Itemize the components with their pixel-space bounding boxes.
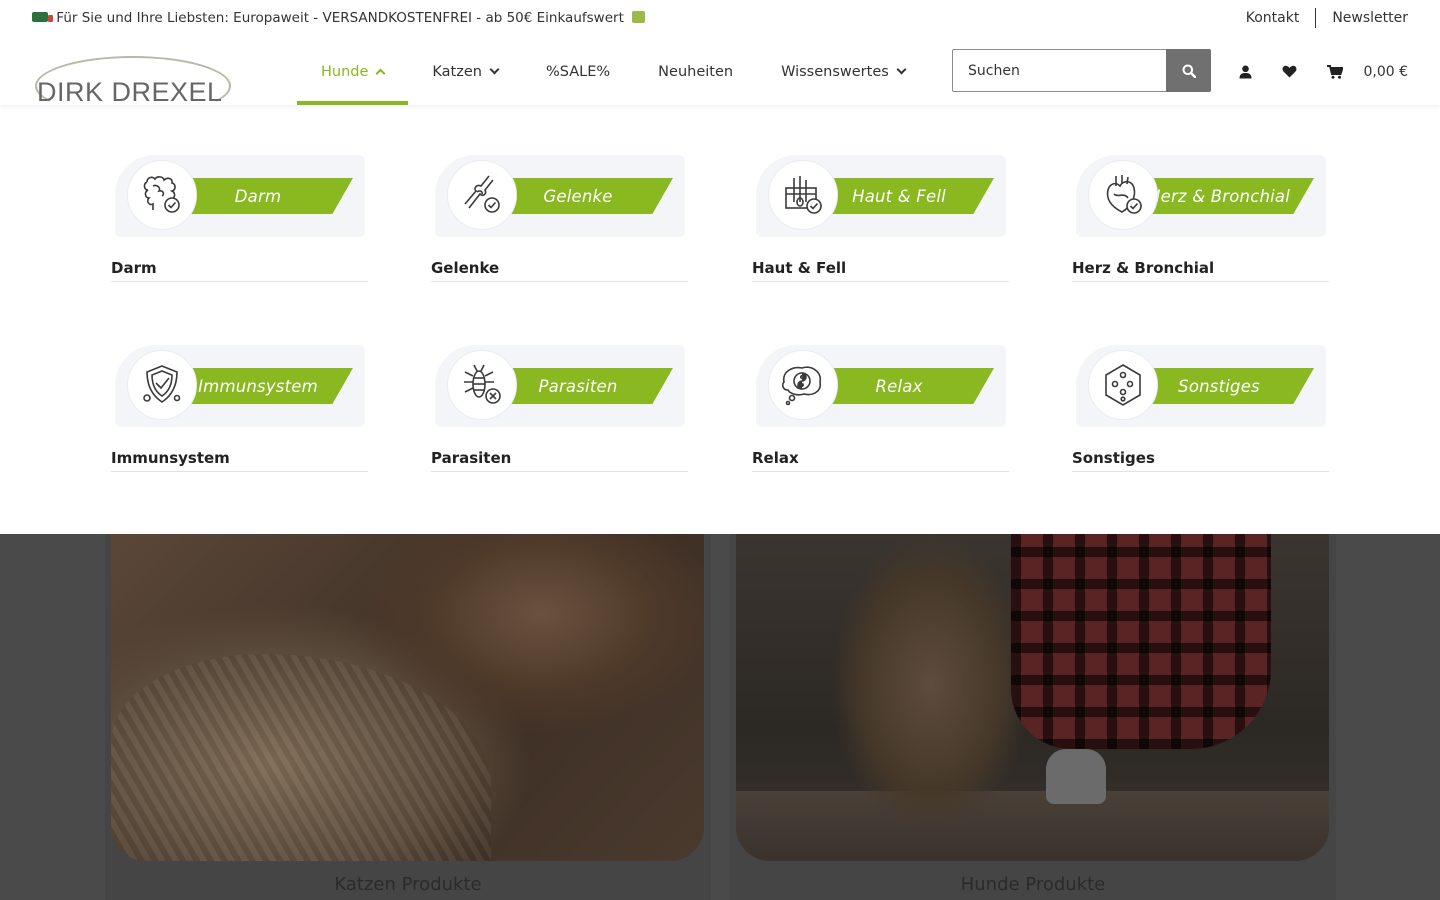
category-banner[interactable]: Gelenke [435, 155, 685, 237]
search-form [952, 49, 1211, 92]
nav-item-neuheiten[interactable]: Neuheiten [634, 38, 757, 105]
yin-yang-icon [782, 366, 822, 406]
category-label[interactable]: Immunsystem [111, 449, 368, 472]
category-darm[interactable]: Darm Darm [111, 155, 368, 282]
banner-label: Gelenke [543, 186, 613, 206]
category-banner[interactable]: Parasiten [435, 345, 685, 427]
logo[interactable]: DIRK DREXEL [33, 56, 233, 106]
shield-icon [143, 365, 181, 403]
cart-total: 0,00 € [1363, 63, 1408, 80]
banner-label: Darm [234, 186, 282, 206]
skin-hair-icon [785, 176, 822, 214]
nav-item-label: Hunde [321, 63, 369, 80]
misc-hexagon-icon [1105, 364, 1141, 406]
joint-icon [464, 175, 500, 213]
banner-label: Parasiten [538, 376, 618, 396]
logo-text: DIRK DREXEL [37, 77, 223, 106]
banner-label: Herz & Bronchial [1147, 186, 1291, 206]
dog-photo[interactable] [736, 534, 1329, 861]
cart-icon [1327, 64, 1344, 79]
cart-button[interactable]: 0,00 € [1327, 64, 1408, 80]
chevron-down-icon [896, 64, 907, 75]
shipping-promo-text: Für Sie und Ihre Liebsten: Europaweit - … [56, 10, 624, 26]
parasite-icon [464, 364, 501, 404]
top-links: Kontakt Newsletter [1246, 8, 1408, 28]
banner-label: Haut & Fell [852, 186, 946, 206]
main-nav: Hunde Katzen %SALE% Neuheiten Wissenswer… [297, 38, 929, 105]
search-icon [1182, 64, 1196, 78]
user-icon [1239, 65, 1252, 78]
nav-item-sale[interactable]: %SALE% [522, 38, 634, 105]
category-banner[interactable]: Immunsystem [115, 345, 365, 427]
newsletter-link[interactable]: Newsletter [1332, 8, 1408, 28]
category-label[interactable]: Sonstiges [1072, 449, 1329, 472]
mega-menu-hunde: Darm Darm Gelenke Gelenke Haut & Fell Ha… [0, 105, 1440, 534]
contact-link[interactable]: Kontakt [1246, 8, 1300, 28]
intestine-icon [143, 176, 180, 213]
top-bar: Für Sie und Ihre Liebsten: Europaweit - … [0, 0, 1440, 38]
category-label[interactable]: Haut & Fell [752, 259, 1009, 282]
category-parasiten[interactable]: Parasiten Parasiten [431, 345, 688, 472]
category-card-hunde[interactable]: Hunde Produkte [730, 534, 1336, 900]
header-actions: 0,00 € [1209, 38, 1408, 105]
category-label[interactable]: Gelenke [431, 259, 688, 282]
account-button[interactable] [1239, 65, 1252, 79]
nav-item-hunde[interactable]: Hunde [297, 38, 409, 105]
nav-item-label: Wissenswertes [781, 63, 889, 80]
category-gelenke[interactable]: Gelenke Gelenke [431, 155, 688, 282]
category-immunsystem[interactable]: Immunsystem Immunsystem [111, 345, 368, 472]
divider [1315, 8, 1317, 28]
category-label[interactable]: Darm [111, 259, 368, 282]
category-banner[interactable]: Darm [115, 155, 365, 237]
chevron-up-icon [375, 68, 386, 79]
card-caption[interactable]: Hunde Produkte [730, 874, 1336, 895]
page-overlay[interactable]: Katzen Produkte Hunde Produkte [0, 534, 1440, 900]
category-sonstiges[interactable]: Sonstiges Sonstiges [1072, 345, 1329, 472]
cat-photo[interactable] [111, 534, 704, 861]
nav-item-katzen[interactable]: Katzen [408, 38, 522, 105]
category-herz-bronchial[interactable]: Herz & Bronchial Herz & Bronchial [1072, 155, 1329, 282]
category-haut-fell[interactable]: Haut & Fell Haut & Fell [752, 155, 1009, 282]
category-banner[interactable]: Herz & Bronchial [1076, 155, 1326, 237]
heart-icon [1106, 175, 1142, 214]
category-banner[interactable]: Relax [756, 345, 1006, 427]
category-label[interactable]: Herz & Bronchial [1072, 259, 1329, 282]
search-button[interactable] [1166, 49, 1211, 92]
banner-label: Immunsystem [198, 376, 318, 396]
category-label[interactable]: Relax [752, 449, 1009, 472]
package-icon [632, 11, 646, 23]
card-caption[interactable]: Katzen Produkte [105, 874, 711, 895]
nav-item-wissenswertes[interactable]: Wissenswertes [757, 38, 929, 105]
chevron-down-icon [489, 64, 500, 75]
category-relax[interactable]: Relax Relax [752, 345, 1009, 472]
wishlist-button[interactable] [1282, 65, 1297, 78]
category-label[interactable]: Parasiten [431, 449, 688, 472]
nav-item-label: %SALE% [545, 63, 611, 80]
banner-label: Relax [875, 376, 923, 396]
category-card-katzen[interactable]: Katzen Produkte [105, 534, 711, 900]
site-header: DIRK DREXEL Hunde Katzen %SALE% Neuheite… [0, 38, 1440, 106]
nav-item-label: Katzen [432, 63, 482, 80]
banner-label: Sonstiges [1178, 376, 1260, 396]
nav-item-label: Neuheiten [658, 63, 734, 80]
category-banner[interactable]: Haut & Fell [756, 155, 1006, 237]
truck-icon [32, 12, 53, 22]
category-banner[interactable]: Sonstiges [1076, 345, 1326, 427]
search-input[interactable] [952, 49, 1166, 92]
shipping-promo: Für Sie und Ihre Liebsten: Europaweit - … [32, 10, 646, 26]
heart-icon [1283, 65, 1297, 78]
